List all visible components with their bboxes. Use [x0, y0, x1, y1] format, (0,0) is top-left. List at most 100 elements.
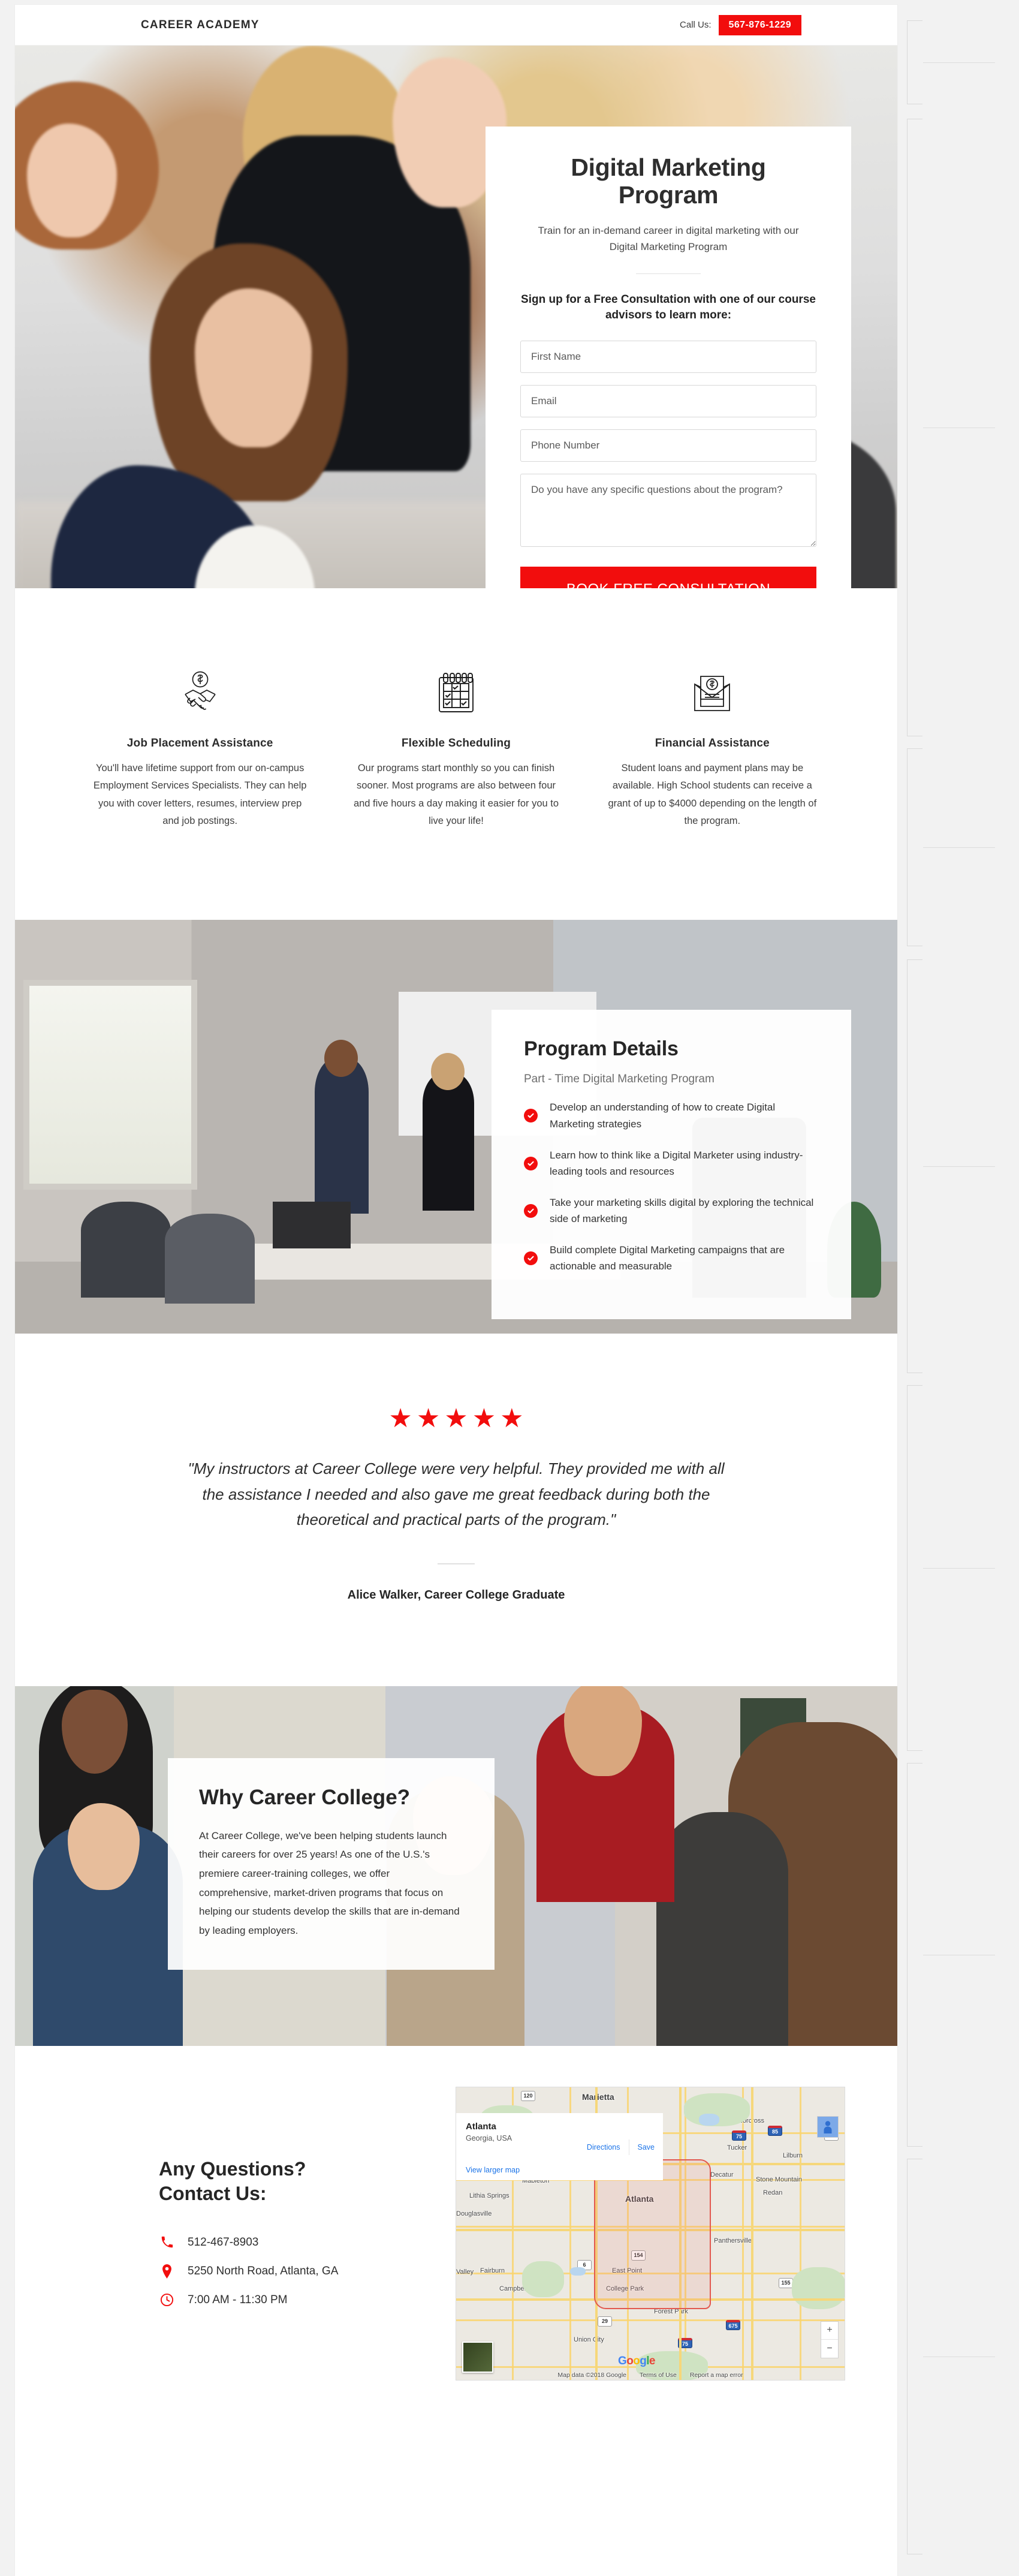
outline-bracket [907, 748, 995, 946]
contact-hours-value: 7:00 AM - 11:30 PM [188, 2293, 288, 2306]
call-us-label: Call Us: [680, 20, 712, 30]
route-shield-icon: 75 [732, 2130, 746, 2141]
testimonial-author: Alice Walker, Career College Graduate [347, 1588, 565, 1602]
feature-title: Flexible Scheduling [401, 737, 511, 750]
email-input[interactable] [520, 385, 816, 418]
contact-address-value: 5250 North Road, Atlanta, GA [188, 2264, 339, 2277]
map-place-title: Atlanta [466, 2121, 496, 2132]
zoom-out-button[interactable]: − [821, 2340, 838, 2358]
outline-bracket [907, 2159, 995, 2554]
hero-cta-line: Sign up for a Free Consultation with one… [521, 293, 816, 322]
google-watermark: Google [618, 2354, 655, 2367]
list-item: Develop an understanding of how to creat… [524, 1099, 819, 1132]
contact-phone-value: 512-467-8903 [188, 2235, 259, 2249]
map-attribution: Map data ©2018 Google Terms of Use Repor… [456, 2372, 845, 2379]
map-zoom-control[interactable]: + − [821, 2321, 839, 2358]
list-item: Build complete Digital Marketing campaig… [524, 1242, 819, 1275]
map-label: Marietta [582, 2092, 614, 2102]
check-circle-icon [524, 1203, 538, 1218]
location-pin-icon [159, 2264, 174, 2279]
hero-signup-card: Digital Marketing Program Train for an i… [486, 127, 851, 588]
route-shield-icon: 155 [779, 2277, 793, 2288]
section-outline-rail [902, 0, 1019, 2576]
testimonial-quote: "My instructors at Career College were v… [188, 1459, 725, 1528]
route-shield-icon: 29 [598, 2316, 612, 2327]
star-icon: ★ [472, 1404, 496, 1434]
testimonial-divider [438, 1563, 475, 1564]
outline-bracket [907, 1385, 995, 1751]
contact-row-hours: 7:00 AM - 11:30 PM [159, 2292, 471, 2308]
clock-icon [159, 2292, 174, 2308]
testimonial-section: ★ ★ ★ ★ ★ "My instructors at Career Coll… [15, 1334, 897, 1686]
page-canvas: CAREER ACADEMY Call Us: 567-876-1229 Dig… [0, 0, 1019, 2576]
phone-input[interactable] [520, 429, 816, 462]
star-icon: ★ [500, 1404, 524, 1434]
satellite-thumbnail-button[interactable] [462, 2341, 493, 2373]
hero-section: Digital Marketing Program Train for an i… [15, 46, 897, 588]
program-title: Program Details [524, 1037, 679, 1061]
outline-bracket [907, 959, 995, 1373]
feature-text: You'll have lifetime support from our on… [93, 763, 307, 827]
zoom-in-button[interactable]: + [821, 2322, 838, 2340]
hero-divider [636, 273, 701, 274]
why-title: Why Career College? [199, 1785, 411, 1809]
contact-row-phone[interactable]: 512-467-8903 [159, 2235, 471, 2250]
features-section: Job Placement Assistance You'll have lif… [15, 588, 897, 920]
city-boundary [594, 2159, 711, 2309]
contact-heading: Any Questions? Contact Us: [159, 2157, 471, 2206]
map-label: Stone Mountain [756, 2175, 803, 2183]
map-label: Fairburn [480, 2267, 505, 2274]
star-icon: ★ [388, 1404, 412, 1434]
map-label: Valley [456, 2268, 474, 2276]
route-shield-icon: 675 [726, 2319, 740, 2330]
why-card: Why Career College? At Career College, w… [168, 1758, 495, 1970]
route-shield-icon: 120 [521, 2090, 535, 2101]
contact-row-address[interactable]: 5250 North Road, Atlanta, GA [159, 2264, 471, 2279]
contact-heading-line1: Any Questions? [159, 2157, 306, 2180]
outline-bracket [907, 119, 995, 736]
map-card-actions: Directions Save [587, 2139, 655, 2155]
map-label: Douglasville [456, 2210, 492, 2217]
google-map-embed[interactable]: MariettaNorcrossLilburnTuckerSmyrnaStone… [456, 2086, 845, 2381]
brand-logo[interactable]: CAREER ACADEMY [141, 19, 260, 32]
contact-heading-line2: Contact Us: [159, 2182, 267, 2204]
header-phone-button[interactable]: 567-876-1229 [718, 14, 801, 35]
program-subtitle: Part - Time Digital Marketing Program [524, 1073, 714, 1086]
map-save-link[interactable]: Save [638, 2143, 655, 2151]
view-larger-map-link[interactable]: View larger map [466, 2166, 520, 2174]
star-icon: ★ [416, 1404, 441, 1434]
report-error-link[interactable]: Report a map error [690, 2372, 743, 2379]
book-free-consultation-button[interactable]: BOOK FREE CONSULTATION [520, 567, 816, 588]
check-circle-icon [524, 1156, 538, 1170]
first-name-input[interactable] [520, 341, 816, 374]
map-label: Lilburn [783, 2151, 803, 2159]
detail-text: Learn how to think like a Digital Market… [550, 1149, 803, 1178]
outline-bracket [907, 20, 995, 104]
list-item: Take your marketing skills digital by ex… [524, 1194, 819, 1227]
why-section: Why Career College? At Career College, w… [15, 1686, 897, 2046]
contact-info-block: Any Questions? Contact Us: 512-467-8903 [159, 2157, 471, 2321]
feature-title: Financial Assistance [655, 737, 770, 750]
map-directions-link[interactable]: Directions [587, 2143, 620, 2151]
envelope-dollar-icon [605, 666, 820, 724]
hero-subtitle: Train for an in-demand career in digital… [538, 224, 799, 253]
phone-icon [159, 2235, 174, 2250]
feature-financial-assistance: Financial Assistance Student loans and p… [584, 666, 840, 830]
feature-text: Our programs start monthly so you can fi… [353, 763, 559, 827]
program-detail-list: Develop an understanding of how to creat… [524, 1099, 819, 1274]
map-label: Panthersville [714, 2237, 752, 2244]
outline-bracket [907, 1763, 995, 2147]
rating-stars: ★ ★ ★ ★ ★ [15, 1406, 897, 1432]
terms-of-use-link[interactable]: Terms of Use [640, 2372, 677, 2379]
pegman-icon[interactable] [817, 2115, 839, 2138]
header-contact-group: Call Us: 567-876-1229 [680, 14, 801, 35]
check-circle-icon [524, 1109, 538, 1123]
feature-title: Job Placement Assistance [126, 737, 273, 750]
map-label: Decatur [710, 2171, 734, 2178]
map-place-card: Atlanta Georgia, USA Directions Save Vie… [456, 2112, 663, 2180]
map-label: Union City [574, 2336, 604, 2343]
handshake-dollar-icon [92, 666, 307, 724]
calendar-check-icon [348, 666, 563, 724]
star-icon: ★ [444, 1404, 468, 1434]
questions-textarea[interactable] [520, 474, 816, 547]
